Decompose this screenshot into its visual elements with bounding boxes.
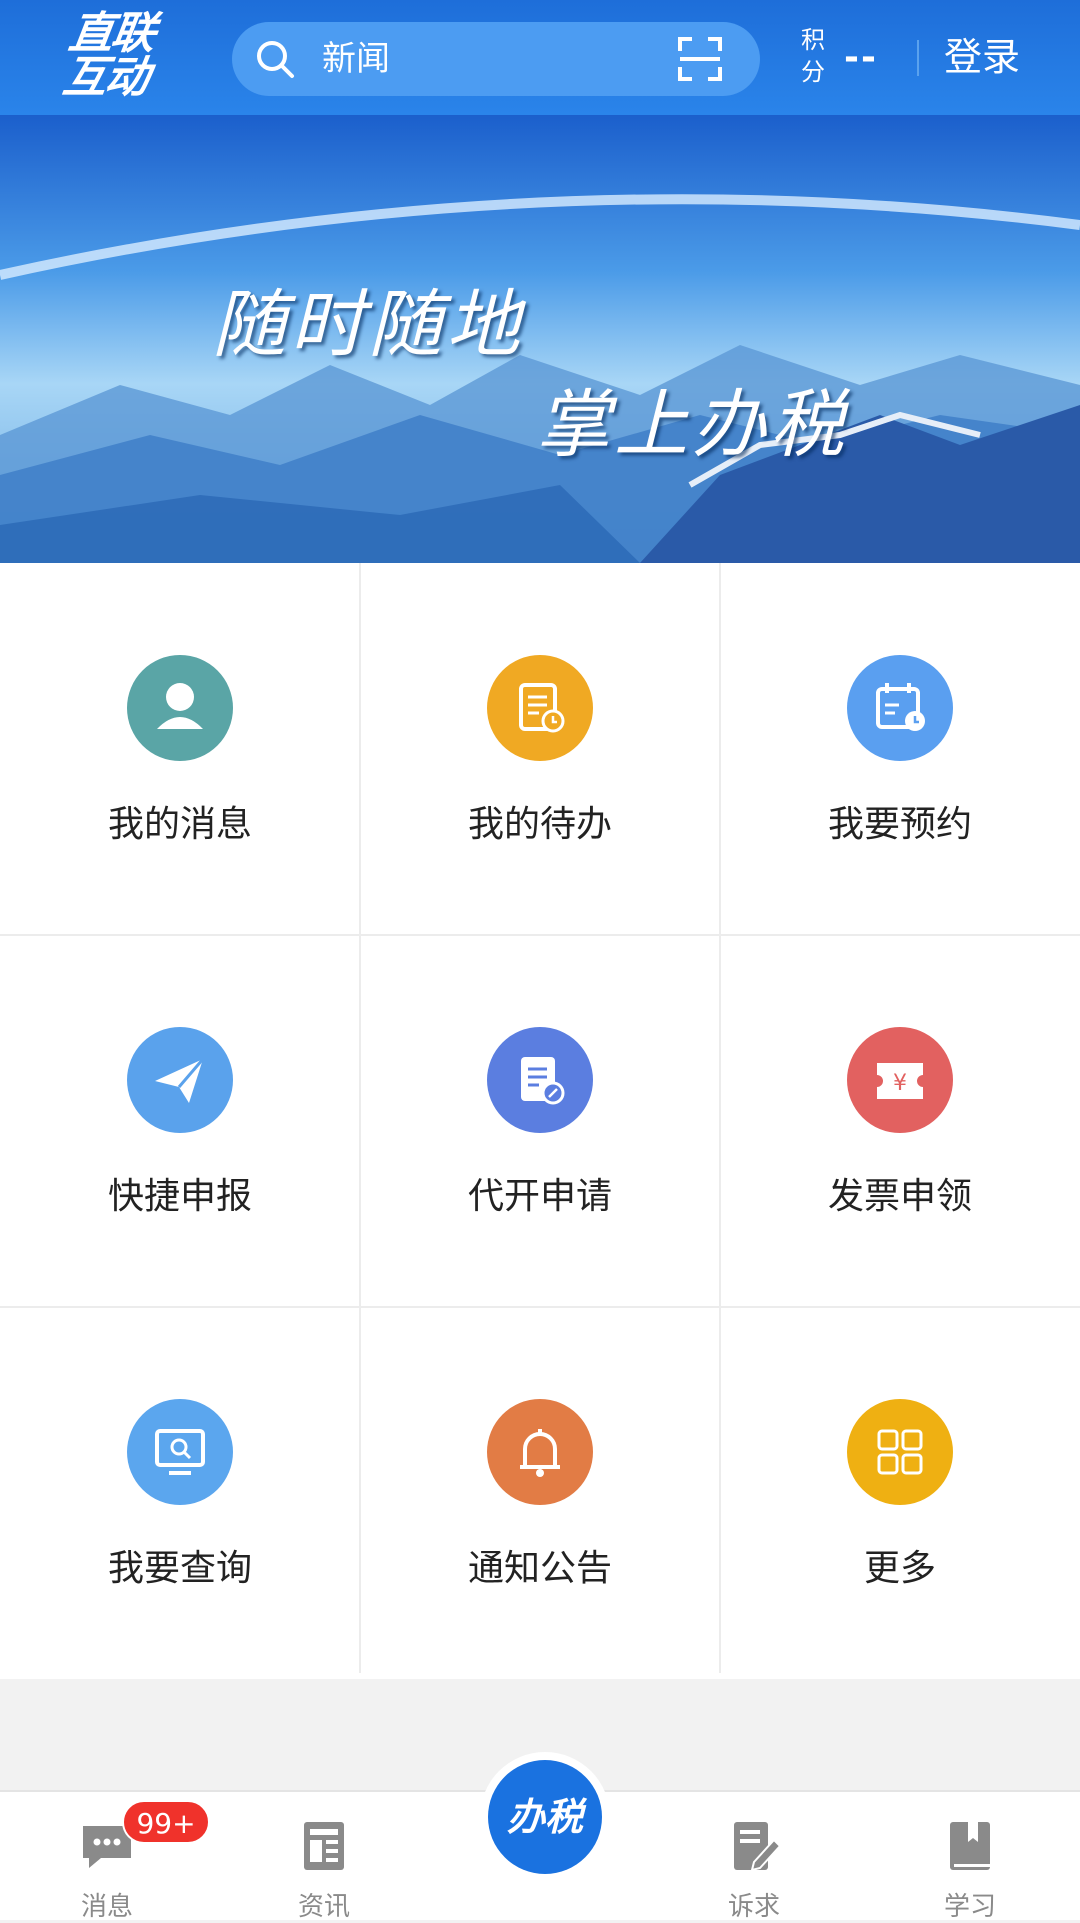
paper-plane-icon: [127, 1027, 233, 1133]
grid-divider-v1: [359, 563, 361, 1673]
grid-item-label: 我要查询: [107, 1548, 252, 1589]
grid-item-quick-declare[interactable]: 快捷申报: [0, 935, 360, 1307]
tab-label: 资讯: [297, 1892, 350, 1922]
app-logo: 直联 互动: [59, 8, 201, 104]
points-value: --: [844, 37, 878, 78]
tab-label: 消息: [80, 1892, 133, 1922]
edit-note-icon: [734, 1822, 782, 1872]
tab-label: 诉求: [727, 1892, 780, 1922]
grid-item-label: 发票申领: [827, 1176, 972, 1217]
svg-text:¥: ¥: [893, 1071, 907, 1096]
todo-doc-icon: [487, 655, 593, 761]
banner-slogan-1: 随时随地: [212, 282, 524, 368]
search-input[interactable]: 新闻: [322, 22, 390, 96]
invoice-ticket-icon: ¥: [847, 1027, 953, 1133]
user-icon: [127, 655, 233, 761]
tab-label: 学习: [943, 1892, 996, 1922]
banner-landscape: [0, 115, 1080, 563]
points-label: 积分: [801, 26, 825, 86]
grid-item-label: 代开申请: [467, 1176, 612, 1217]
newspaper-icon: [304, 1822, 344, 1870]
function-grid: 我的消息 我的待办 我要预约 快捷申报 代开申请 ¥ 发票申领 我要查询 通知公…: [0, 563, 1080, 1679]
grid-item-label: 通知公告: [467, 1548, 612, 1589]
tab-learning[interactable]: 学习: [890, 1792, 1050, 1922]
grid-item-label: 快捷申报: [107, 1176, 252, 1217]
grid-divider-h1: [0, 934, 1080, 936]
tax-handling-button[interactable]: 办税: [480, 1752, 610, 1882]
bell-icon: [487, 1399, 593, 1505]
grid-item-label: 我的待办: [467, 804, 612, 845]
banner-slogan-2: 掌上办税: [536, 382, 848, 468]
grid-item-appointment[interactable]: 我要预约: [720, 563, 1080, 935]
grid-item-my-messages[interactable]: 我的消息: [0, 563, 360, 935]
unread-badge: 99+: [122, 1800, 210, 1844]
grid-item-more[interactable]: 更多: [720, 1307, 1080, 1679]
grid-item-label: 更多: [863, 1548, 936, 1589]
grid-item-invoice-application[interactable]: 代开申请: [360, 935, 720, 1307]
grid-divider-v2: [719, 563, 721, 1673]
promo-banner[interactable]: 随时随地 掌上办税: [0, 115, 1080, 563]
book-icon: [950, 1822, 990, 1870]
tab-appeals[interactable]: 诉求: [674, 1792, 834, 1922]
scan-icon[interactable]: [676, 35, 724, 83]
grid-item-label: 我要预约: [827, 804, 972, 845]
points-display[interactable]: 积分 --: [800, 24, 900, 92]
tax-handling-label: 办税: [488, 1760, 602, 1874]
search-bar[interactable]: 新闻: [232, 22, 760, 96]
tab-news[interactable]: 资讯: [244, 1792, 404, 1922]
grid-more-icon: [847, 1399, 953, 1505]
top-header: 直联 互动 新闻 积分 -- 登录: [0, 0, 1080, 115]
grid-item-query[interactable]: 我要查询: [0, 1307, 360, 1679]
header-divider: [917, 40, 919, 76]
document-edit-icon: [487, 1027, 593, 1133]
grid-item-my-todo[interactable]: 我的待办: [360, 563, 720, 935]
grid-divider-h2: [0, 1306, 1080, 1308]
logo-line2: 互动: [59, 52, 151, 103]
search-icon: [257, 41, 294, 78]
grid-item-label: 我的消息: [107, 804, 252, 845]
grid-item-invoice-claim[interactable]: ¥ 发票申领: [720, 935, 1080, 1307]
logo-line1: 直联: [65, 8, 158, 59]
login-button[interactable]: 登录: [944, 0, 1020, 115]
grid-item-notices[interactable]: 通知公告: [360, 1307, 720, 1679]
calendar-icon: [847, 655, 953, 761]
monitor-search-icon: [127, 1399, 233, 1505]
